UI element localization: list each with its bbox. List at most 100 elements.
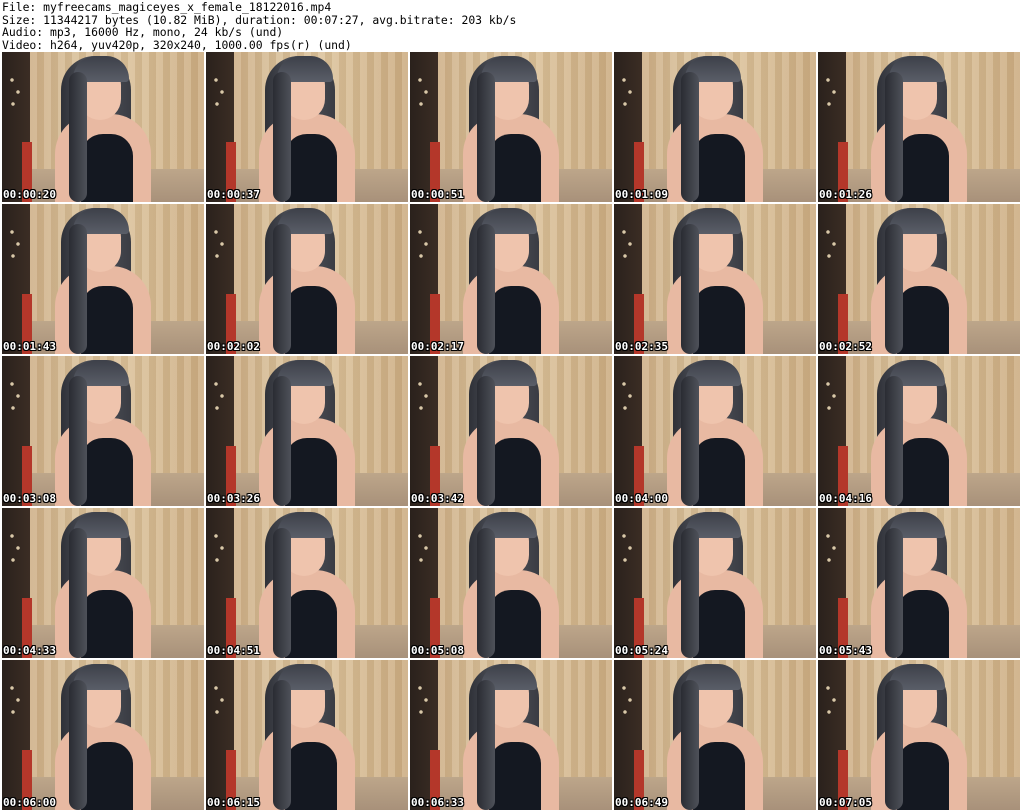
cabinet <box>206 204 236 354</box>
video-thumbnail: 00:02:17 <box>410 204 612 354</box>
thumbnail-timestamp: 00:01:26 <box>819 188 872 201</box>
thumbnail-timestamp: 00:02:35 <box>615 340 668 353</box>
thumbnail-timestamp: 00:05:24 <box>615 644 668 657</box>
person-figure <box>43 660 163 810</box>
cabinet <box>818 356 848 506</box>
cabinet <box>410 204 440 354</box>
thumbnail-timestamp: 00:01:43 <box>3 340 56 353</box>
video-thumbnail: 00:04:16 <box>818 356 1020 506</box>
video-thumbnail: 00:03:08 <box>2 356 204 506</box>
person-figure <box>247 356 367 506</box>
cabinet <box>818 204 848 354</box>
cabinet <box>2 660 32 810</box>
file-name-line: File: myfreecams_magiceyes_x_female_1812… <box>2 0 332 14</box>
person-figure <box>247 508 367 658</box>
person-figure <box>859 356 979 506</box>
person-figure <box>43 52 163 202</box>
person-figure <box>247 660 367 810</box>
thumbnail-timestamp: 00:05:43 <box>819 644 872 657</box>
thumbnail-timestamp: 00:00:20 <box>3 188 56 201</box>
thumbnail-grid: 00:00:20 00:00:37 00:00:51 00:01:09 00:01:26… <box>2 52 1020 810</box>
thumbnail-timestamp: 00:03:26 <box>207 492 260 505</box>
video-info-line: Video: h264, yuv420p, 320x240, 1000.00 f… <box>2 37 352 52</box>
video-thumbnail: 00:00:37 <box>206 52 408 202</box>
person-figure <box>655 52 775 202</box>
video-thumbnail: 00:01:26 <box>818 52 1020 202</box>
cabinet <box>614 52 644 202</box>
thumbnail-timestamp: 00:01:09 <box>615 188 668 201</box>
person-figure <box>43 356 163 506</box>
thumbnail-timestamp: 00:06:33 <box>411 796 464 809</box>
thumbnail-timestamp: 00:02:17 <box>411 340 464 353</box>
person-figure <box>655 204 775 354</box>
person-figure <box>43 204 163 354</box>
video-thumbnail: 00:04:00 <box>614 356 816 506</box>
video-thumbnail: 00:05:24 <box>614 508 816 658</box>
video-thumbnail: 00:06:00 <box>2 660 204 810</box>
thumbnail-timestamp: 00:03:08 <box>3 492 56 505</box>
person-figure <box>43 508 163 658</box>
cabinet <box>2 204 32 354</box>
video-thumbnail: 00:02:02 <box>206 204 408 354</box>
person-figure <box>451 52 571 202</box>
video-thumbnail: 00:06:49 <box>614 660 816 810</box>
thumbnail-timestamp: 00:06:00 <box>3 796 56 809</box>
thumbnail-timestamp: 00:07:05 <box>819 796 872 809</box>
cabinet <box>614 660 644 810</box>
cabinet <box>206 508 236 658</box>
video-thumbnail: 00:03:42 <box>410 356 612 506</box>
thumbnail-timestamp: 00:00:37 <box>207 188 260 201</box>
file-info-header: File: myfreecams_magiceyes_x_female_1812… <box>0 0 1024 52</box>
thumbnail-timestamp: 00:06:49 <box>615 796 668 809</box>
video-thumbnail: 00:01:09 <box>614 52 816 202</box>
thumbnail-timestamp: 00:06:15 <box>207 796 260 809</box>
cabinet <box>818 660 848 810</box>
thumbnail-timestamp: 00:02:02 <box>207 340 260 353</box>
video-thumbnail: 00:03:26 <box>206 356 408 506</box>
video-thumbnail: 00:00:51 <box>410 52 612 202</box>
cabinet <box>206 52 236 202</box>
cabinet <box>2 356 32 506</box>
thumbnail-timestamp: 00:04:16 <box>819 492 872 505</box>
person-figure <box>451 508 571 658</box>
video-thumbnail: 00:01:43 <box>2 204 204 354</box>
cabinet <box>2 52 32 202</box>
thumbnail-timestamp: 00:02:52 <box>819 340 872 353</box>
cabinet <box>2 508 32 658</box>
video-thumbnail: 00:07:05 <box>818 660 1020 810</box>
cabinet <box>614 204 644 354</box>
person-figure <box>655 356 775 506</box>
person-figure <box>451 204 571 354</box>
person-figure <box>859 204 979 354</box>
cabinet <box>410 508 440 658</box>
video-thumbnail: 00:06:33 <box>410 660 612 810</box>
cabinet <box>206 660 236 810</box>
video-thumbnail: 00:02:52 <box>818 204 1020 354</box>
thumbnail-timestamp: 00:00:51 <box>411 188 464 201</box>
person-figure <box>655 508 775 658</box>
audio-info-line: Audio: mp3, 16000 Hz, mono, 24 kb/s (und… <box>2 25 284 39</box>
thumbnail-timestamp: 00:05:08 <box>411 644 464 657</box>
person-figure <box>859 52 979 202</box>
cabinet <box>410 660 440 810</box>
video-thumbnail: 00:06:15 <box>206 660 408 810</box>
thumbnail-timestamp: 00:04:51 <box>207 644 260 657</box>
person-figure <box>655 660 775 810</box>
video-thumbnail: 00:02:35 <box>614 204 816 354</box>
person-figure <box>451 356 571 506</box>
cabinet <box>614 508 644 658</box>
cabinet <box>206 356 236 506</box>
thumbnail-timestamp: 00:04:33 <box>3 644 56 657</box>
cabinet <box>410 52 440 202</box>
person-figure <box>859 508 979 658</box>
thumbnail-timestamp: 00:03:42 <box>411 492 464 505</box>
person-figure <box>247 204 367 354</box>
cabinet <box>818 508 848 658</box>
person-figure <box>859 660 979 810</box>
cabinet <box>614 356 644 506</box>
person-figure <box>247 52 367 202</box>
thumbnail-timestamp: 00:04:00 <box>615 492 668 505</box>
video-thumbnail: 00:04:33 <box>2 508 204 658</box>
cabinet <box>410 356 440 506</box>
cabinet <box>818 52 848 202</box>
